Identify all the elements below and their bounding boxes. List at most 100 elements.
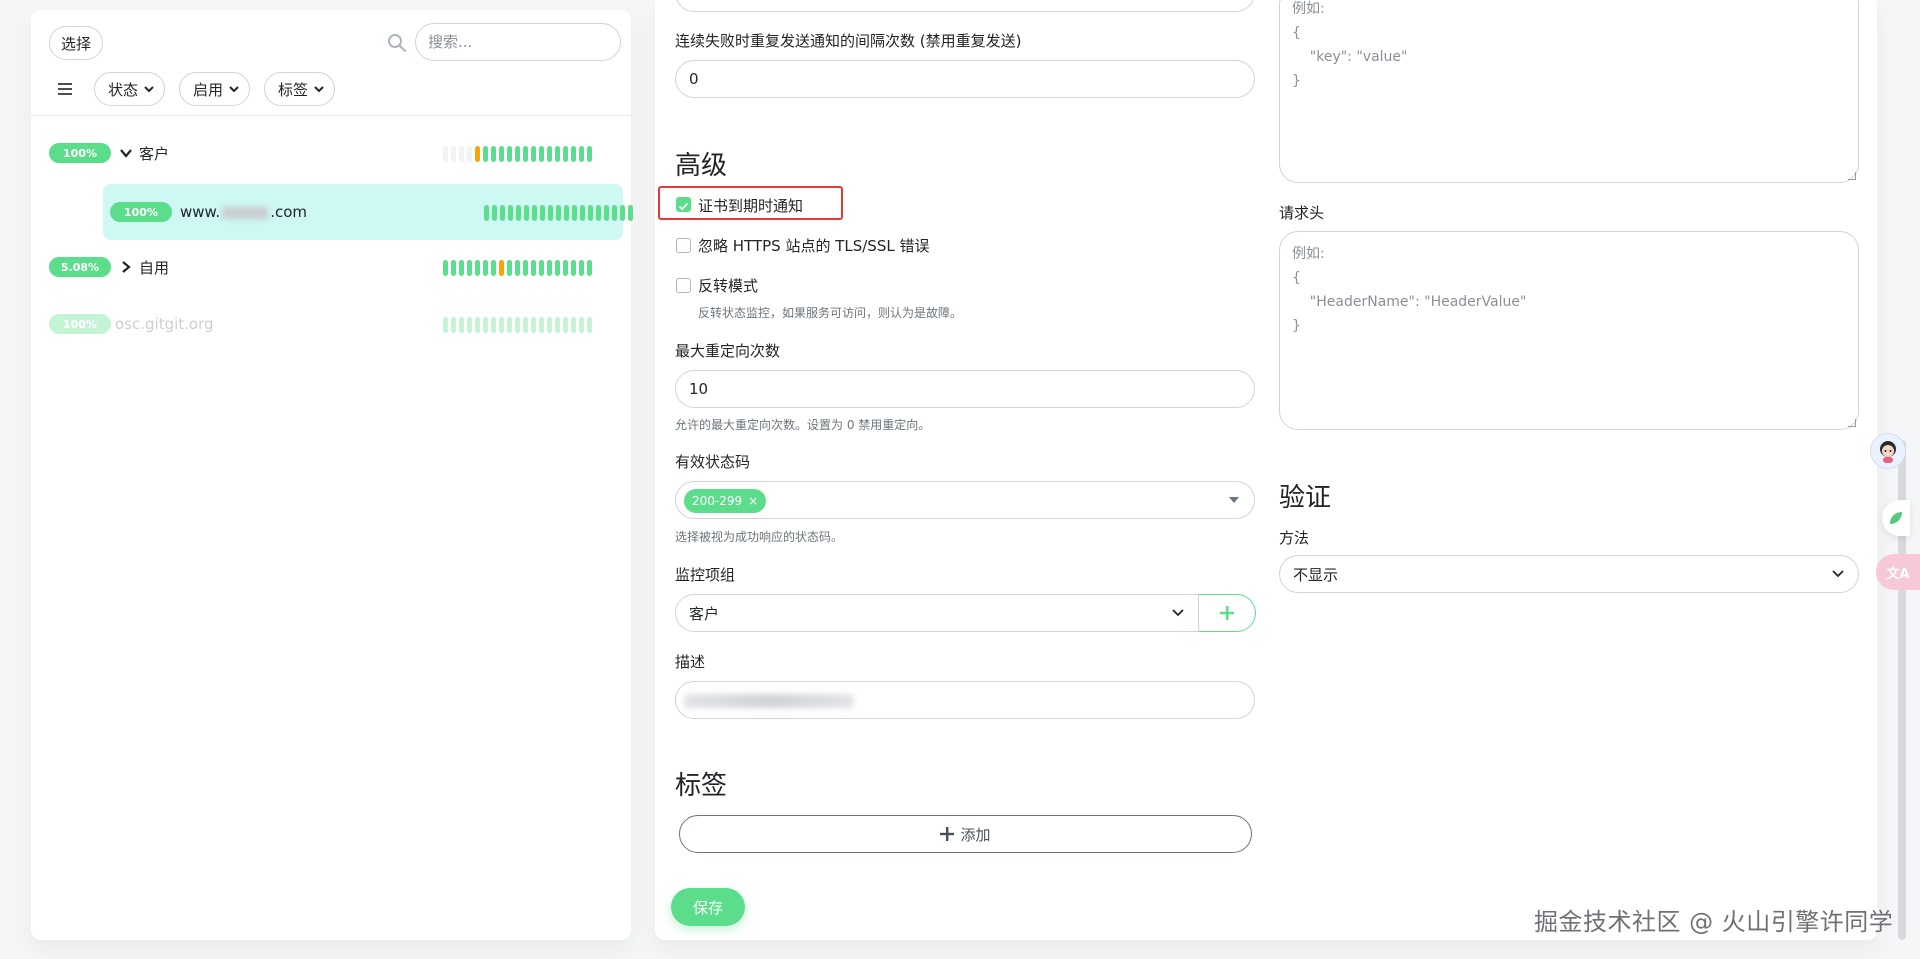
heartbeat-beat: [467, 146, 472, 162]
monitor-name: 自用: [139, 258, 170, 277]
uptime-badge: 100%: [49, 314, 111, 334]
heartbeat-beat: [531, 260, 536, 276]
heartbeat-beat: [539, 317, 544, 333]
invert-mode-checkbox[interactable]: [676, 278, 691, 293]
monitor-group-label: 监控项组: [675, 566, 736, 584]
heartbeat-beat: [443, 317, 448, 333]
heartbeat-beat: [563, 260, 568, 276]
max-redirects-input[interactable]: 10: [675, 370, 1255, 408]
heartbeat-beat: [515, 146, 520, 162]
heartbeat-bar: [443, 146, 592, 162]
heartbeat-beat: [604, 205, 609, 221]
chevron-right-icon[interactable]: [119, 260, 133, 274]
heartbeat-beat: [516, 205, 521, 221]
heartbeat-beat: [540, 205, 545, 221]
auth-method-select[interactable]: 不显示: [1279, 555, 1859, 593]
monitor-group-select[interactable]: 客户: [675, 594, 1199, 632]
heartbeat-beat: [539, 260, 544, 276]
resize-handle[interactable]: [1848, 172, 1856, 180]
add-group-button[interactable]: [1198, 594, 1256, 632]
auth-section-title: 验证: [1279, 483, 1332, 513]
uptime-badge: 5.08%: [49, 257, 111, 277]
heartbeat-beat: [587, 260, 592, 276]
monitor-group-customer[interactable]: 100% 客户: [49, 127, 169, 179]
description-label: 描述: [675, 653, 706, 671]
cert-expiry-checkbox[interactable]: [676, 197, 691, 212]
heartbeat-beat: [499, 146, 504, 162]
monitor-group-self[interactable]: 5.08% 自用: [49, 241, 169, 293]
heartbeat-beat: [523, 317, 528, 333]
filter-status[interactable]: 状态: [94, 72, 166, 106]
monitor-item-disabled[interactable]: 100% osc.gitgit.org: [49, 298, 214, 350]
save-button[interactable]: 保存: [671, 888, 745, 926]
heartbeat-beat: [451, 146, 456, 162]
heartbeat-beat: [556, 205, 561, 221]
heartbeat-beat: [467, 260, 472, 276]
advanced-section-title: 高级: [675, 151, 728, 181]
filter-active[interactable]: 启用: [179, 72, 251, 106]
resend-interval-input[interactable]: 0: [675, 60, 1255, 98]
translate-icon[interactable]: 文A: [1876, 554, 1920, 590]
body-textarea[interactable]: 例如: { "key": "value" }: [1279, 0, 1859, 183]
resend-interval-label: 连续失败时重复发送通知的间隔次数 (禁用重复发送): [675, 32, 1022, 50]
monitor-name: 客户: [139, 144, 170, 163]
menu-icon[interactable]: [58, 82, 74, 96]
headers-textarea[interactable]: 例如: { "HeaderName": "HeaderValue" }: [1279, 231, 1859, 430]
heartbeat-bar: [443, 260, 592, 276]
monitor-name: www. .com: [180, 203, 307, 221]
heartbeat-bar: [443, 317, 592, 333]
heartbeat-beat: [491, 146, 496, 162]
heartbeat-beat: [532, 205, 537, 221]
filter-tags[interactable]: 标签: [264, 72, 336, 106]
heartbeat-beat: [515, 260, 520, 276]
monitor-item-selected[interactable]: 100% www. .com: [103, 184, 633, 240]
add-tag-button[interactable]: 添加: [679, 815, 1252, 853]
heartbeat-beat: [451, 260, 456, 276]
ignore-tls-checkbox[interactable]: [676, 238, 691, 253]
heartbeat-beat: [547, 260, 552, 276]
heartbeat-beat: [579, 146, 584, 162]
heartbeat-beat: [483, 260, 488, 276]
monitor-list-header: 选择 状态 启用 标签: [31, 10, 631, 116]
redacted-text: [684, 694, 854, 708]
heartbeat-beat: [571, 317, 576, 333]
heartbeat-beat: [620, 205, 625, 221]
filter-status-label: 状态: [108, 80, 139, 99]
heartbeat-beat: [499, 260, 504, 276]
heartbeat-beat: [500, 205, 505, 221]
heartbeat-beat: [483, 317, 488, 333]
heartbeat-beat: [531, 146, 536, 162]
cert-expiry-label: 证书到期时通知: [698, 197, 804, 215]
heartbeat-beat: [531, 317, 536, 333]
heartbeat-beat: [587, 146, 592, 162]
heartbeat-beat: [523, 146, 528, 162]
heartbeat-beat: [579, 260, 584, 276]
chevron-down-icon: [144, 85, 154, 92]
chevron-down-icon: [1832, 570, 1844, 578]
heartbeat-beat: [475, 317, 480, 333]
heartbeat-beat: [580, 205, 585, 221]
caret-down-icon[interactable]: [1229, 497, 1239, 503]
leaf-shape-icon: [1890, 512, 1902, 524]
remove-chip-icon[interactable]: ×: [748, 494, 758, 508]
assistant-avatar-icon[interactable]: [1870, 433, 1906, 469]
heartbeat-beat: [563, 146, 568, 162]
heartbeat-beat: [459, 146, 464, 162]
resize-handle[interactable]: [1848, 419, 1856, 427]
previous-input[interactable]: [675, 0, 1255, 12]
ignore-tls-label: 忽略 HTTPS 站点的 TLS/SSL 错误: [698, 237, 930, 255]
monitor-row-inner: 100% www. .com: [110, 186, 307, 238]
chevron-down-icon: [314, 85, 324, 92]
chevron-down-icon: [229, 85, 239, 92]
heartbeat-beat: [459, 260, 464, 276]
filter-active-label: 启用: [193, 80, 224, 99]
heartbeat-beat: [579, 317, 584, 333]
select-button[interactable]: 选择: [49, 26, 104, 60]
chevron-down-icon[interactable]: [119, 146, 133, 160]
monitor-name-suffix: .com: [270, 203, 308, 221]
leaf-icon[interactable]: [1882, 500, 1910, 536]
search-input[interactable]: [415, 23, 621, 61]
monitor-name-prefix: www.: [180, 203, 221, 221]
status-code-chip[interactable]: 200-299 ×: [684, 489, 767, 513]
heartbeat-beat: [555, 317, 560, 333]
